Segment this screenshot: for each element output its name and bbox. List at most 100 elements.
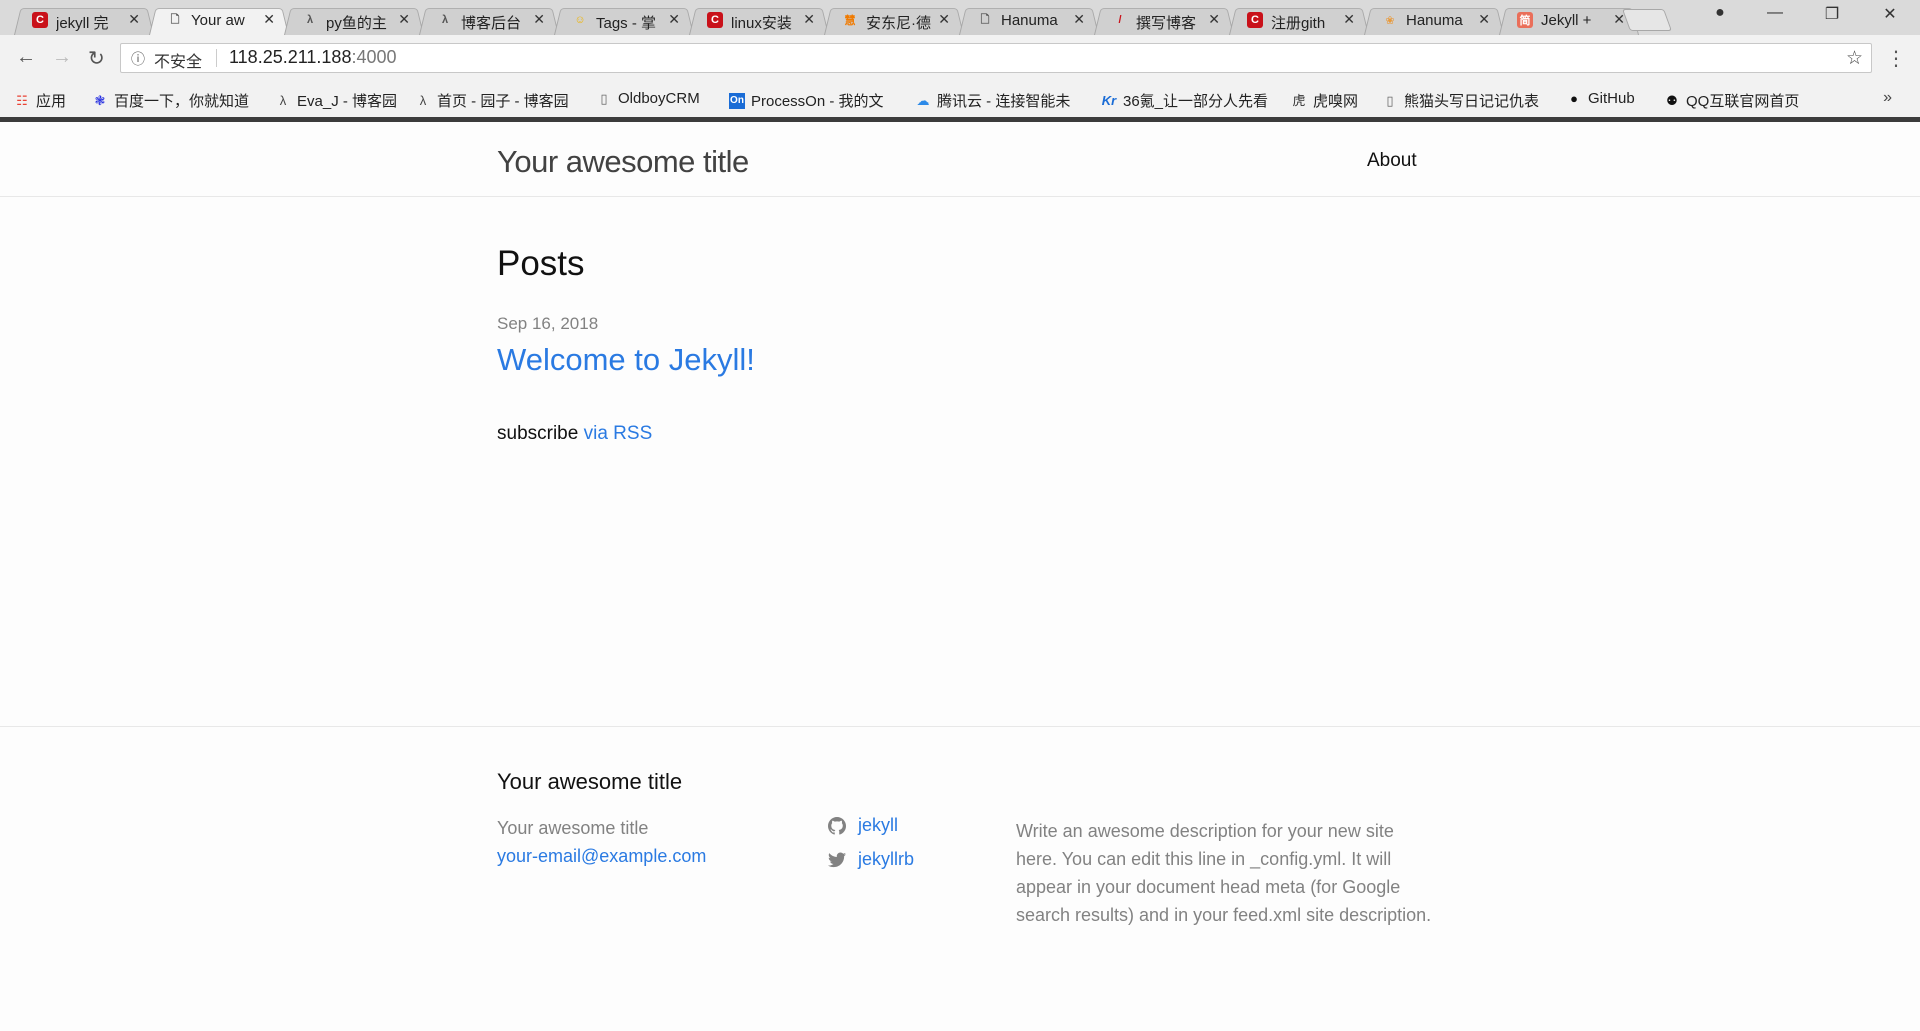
back-icon[interactable]: ← bbox=[16, 46, 36, 69]
post-date: Sep 16, 2018 bbox=[497, 314, 599, 333]
tab-favicon-icon: λ bbox=[441, 14, 449, 26]
page-icon: ▯ bbox=[600, 90, 608, 106]
site-header: Your awesome title About bbox=[0, 122, 1920, 197]
bookmark-label: 首页 - 园子 - 博客园 bbox=[437, 93, 569, 110]
tab-favicon-icon: 慧 bbox=[844, 15, 856, 27]
tab-title: Hanuma bbox=[1001, 12, 1058, 29]
bookmark-label: 熊猫头写日记记仇表 bbox=[1404, 93, 1540, 110]
tab-favicon-icon: 🗋 bbox=[170, 13, 180, 26]
bookmark-item[interactable]: On ProcessOn - 我的文 bbox=[729, 90, 884, 111]
site-title[interactable]: Your awesome title bbox=[497, 144, 749, 180]
browser-tab[interactable]: 🗋 Hanuma ✕ bbox=[959, 5, 1099, 35]
bookmark-item[interactable]: ☁ 腾讯云 - 连接智能未 bbox=[915, 90, 1071, 111]
browser-tab[interactable]: 慧安东尼·德 ✕ bbox=[824, 5, 964, 35]
subscribe-label: subscribe bbox=[497, 423, 579, 444]
tab-title: 撰写博客 bbox=[1136, 15, 1197, 32]
bookmark-item[interactable]: ⚉ QQ互联官网首页 bbox=[1664, 90, 1799, 111]
tab-close-icon[interactable]: ✕ bbox=[533, 11, 545, 28]
qq-icon: ⚉ bbox=[1666, 92, 1678, 108]
profile-icon[interactable]: ● bbox=[1700, 4, 1740, 22]
bookmark-item[interactable]: 虎虎嗅网 bbox=[1291, 90, 1358, 111]
tab-close-icon[interactable]: ✕ bbox=[803, 11, 815, 28]
tab-close-icon[interactable]: ✕ bbox=[668, 11, 680, 28]
address-bar[interactable]: ⓘ 不安全 118.25.211.188:4000 ☆ bbox=[120, 43, 1872, 73]
bookmark-item[interactable]: ▯ 熊猫头写日记记仇表 bbox=[1382, 90, 1539, 111]
browser-tab[interactable]: ☺ Tags - 掌 ✕ bbox=[554, 5, 694, 35]
tab-title: Your aw bbox=[191, 12, 245, 29]
new-tab-button[interactable] bbox=[1621, 9, 1673, 31]
bookmark-item[interactable]: ❃ 百度一下，你就知道 bbox=[92, 90, 249, 111]
bookmark-label: ProcessOn - 我的文 bbox=[751, 93, 884, 110]
rss-link[interactable]: via RSS bbox=[584, 423, 653, 444]
tab-favicon-icon: C bbox=[1247, 12, 1263, 28]
bookmarks-overflow-icon[interactable]: » bbox=[1883, 89, 1892, 107]
cnblogs-icon: λ bbox=[419, 92, 427, 108]
browser-tab[interactable]: λ 博客后台 ✕ bbox=[419, 5, 559, 35]
nav-about-link[interactable]: About bbox=[1367, 150, 1417, 172]
tab-close-icon[interactable]: ✕ bbox=[938, 11, 950, 28]
cnblogs-icon: λ bbox=[279, 92, 287, 108]
tab-title: 博客后台 bbox=[461, 15, 522, 32]
bookmark-label: 百度一下，你就知道 bbox=[114, 93, 250, 110]
github-icon bbox=[828, 816, 846, 835]
reload-icon[interactable]: ↻ bbox=[88, 46, 105, 71]
bookmark-label: QQ互联官网首页 bbox=[1686, 93, 1800, 110]
tab-title: jekyll 完 bbox=[56, 15, 109, 32]
site-footer: Your awesome title Your awesome title yo… bbox=[0, 726, 1920, 1031]
tab-close-icon[interactable]: ✕ bbox=[263, 11, 275, 28]
baidu-paw-icon: ❃ bbox=[94, 92, 106, 108]
bookmark-item[interactable]: λ Eva_J - 博客园 bbox=[275, 90, 397, 111]
tab-close-icon[interactable]: ✕ bbox=[1208, 11, 1220, 28]
browser-tab[interactable]: 简 Jekyll + ✕ bbox=[1499, 5, 1639, 35]
browser-tab[interactable]: 🗋 Your aw ✕ bbox=[149, 5, 289, 35]
tab-favicon-icon: 🗋 bbox=[980, 13, 990, 26]
tab-close-icon[interactable]: ✕ bbox=[128, 11, 140, 28]
bookmark-label: 腾讯云 - 连接智能未 bbox=[937, 93, 1071, 110]
bookmark-item[interactable]: ● GitHub bbox=[1566, 90, 1635, 107]
close-window-icon[interactable]: ✕ bbox=[1870, 4, 1910, 24]
tab-title: Jekyll + bbox=[1541, 12, 1592, 29]
tab-close-icon[interactable]: ✕ bbox=[398, 11, 410, 28]
info-icon[interactable]: ⓘ bbox=[131, 49, 145, 69]
footer-heading: Your awesome title bbox=[497, 769, 683, 794]
bookmark-item[interactable]: Kr 36氪_让一部分人先看 bbox=[1101, 90, 1268, 111]
apps-icon: ☷ bbox=[16, 92, 28, 108]
forward-icon[interactable]: → bbox=[52, 46, 72, 69]
tab-close-icon[interactable]: ✕ bbox=[1343, 11, 1355, 28]
restore-icon[interactable]: ❐ bbox=[1812, 4, 1852, 24]
kr-icon: Kr bbox=[1101, 92, 1117, 108]
bookmark-star-icon[interactable]: ☆ bbox=[1846, 47, 1863, 70]
footer-site-name: Your awesome title bbox=[497, 818, 649, 838]
tab-title: Tags - 掌 bbox=[596, 15, 657, 32]
github-icon: ● bbox=[1570, 90, 1578, 106]
bookmark-item[interactable]: ☷ 应用 bbox=[14, 90, 66, 111]
browser-tab[interactable]: Clinux安装 ✕ bbox=[689, 5, 829, 35]
page-heading: Posts bbox=[497, 244, 585, 283]
footer-email-link[interactable]: your-email@example.com bbox=[497, 846, 706, 867]
tab-title: Hanuma bbox=[1406, 12, 1463, 29]
tab-close-icon[interactable]: ✕ bbox=[1478, 11, 1490, 28]
github-link[interactable]: jekyll bbox=[858, 815, 898, 836]
url-text[interactable]: 118.25.211.188:4000 bbox=[229, 47, 397, 68]
footer-description: Write an awesome description for your ne… bbox=[1016, 821, 1432, 925]
tab-favicon-icon: C bbox=[707, 12, 723, 28]
security-label[interactable]: 不安全 bbox=[154, 48, 202, 72]
tab-favicon-icon: / bbox=[1118, 14, 1122, 26]
twitter-link[interactable]: jekyllrb bbox=[858, 849, 914, 870]
browser-tab[interactable]: Cjekyll 完 ✕ bbox=[14, 5, 154, 35]
browser-tab[interactable]: λ py鱼的主 ✕ bbox=[284, 5, 424, 35]
tab-favicon-icon: ❀ bbox=[1385, 14, 1395, 27]
tab-close-icon[interactable]: ✕ bbox=[1073, 11, 1085, 28]
browser-tab[interactable]: C 注册gith ✕ bbox=[1229, 5, 1369, 35]
bookmark-label: 虎嗅网 bbox=[1313, 93, 1359, 110]
browser-tab[interactable]: / 撰写博客 ✕ bbox=[1094, 5, 1234, 35]
divider bbox=[216, 49, 217, 67]
post-title-link[interactable]: Welcome to Jekyll! bbox=[497, 342, 755, 378]
bookmark-item[interactable]: ▯ OldboyCRM bbox=[596, 90, 699, 107]
minimize-icon[interactable]: — bbox=[1755, 4, 1795, 22]
bookmark-item[interactable]: λ 首页 - 园子 - 博客园 bbox=[415, 90, 569, 111]
bookmarks-bar: ☷ 应用 ❃ 百度一下，你就知道 λ Eva_J - 博客园 λ 首页 - 园子 - 博客园 ▯… bbox=[0, 81, 1920, 117]
browser-tab[interactable]: ❀ Hanuma ✕ bbox=[1364, 5, 1504, 35]
bookmark-label: GitHub bbox=[1588, 90, 1635, 107]
menu-kebab-icon[interactable]: ⋮ bbox=[1886, 46, 1906, 71]
